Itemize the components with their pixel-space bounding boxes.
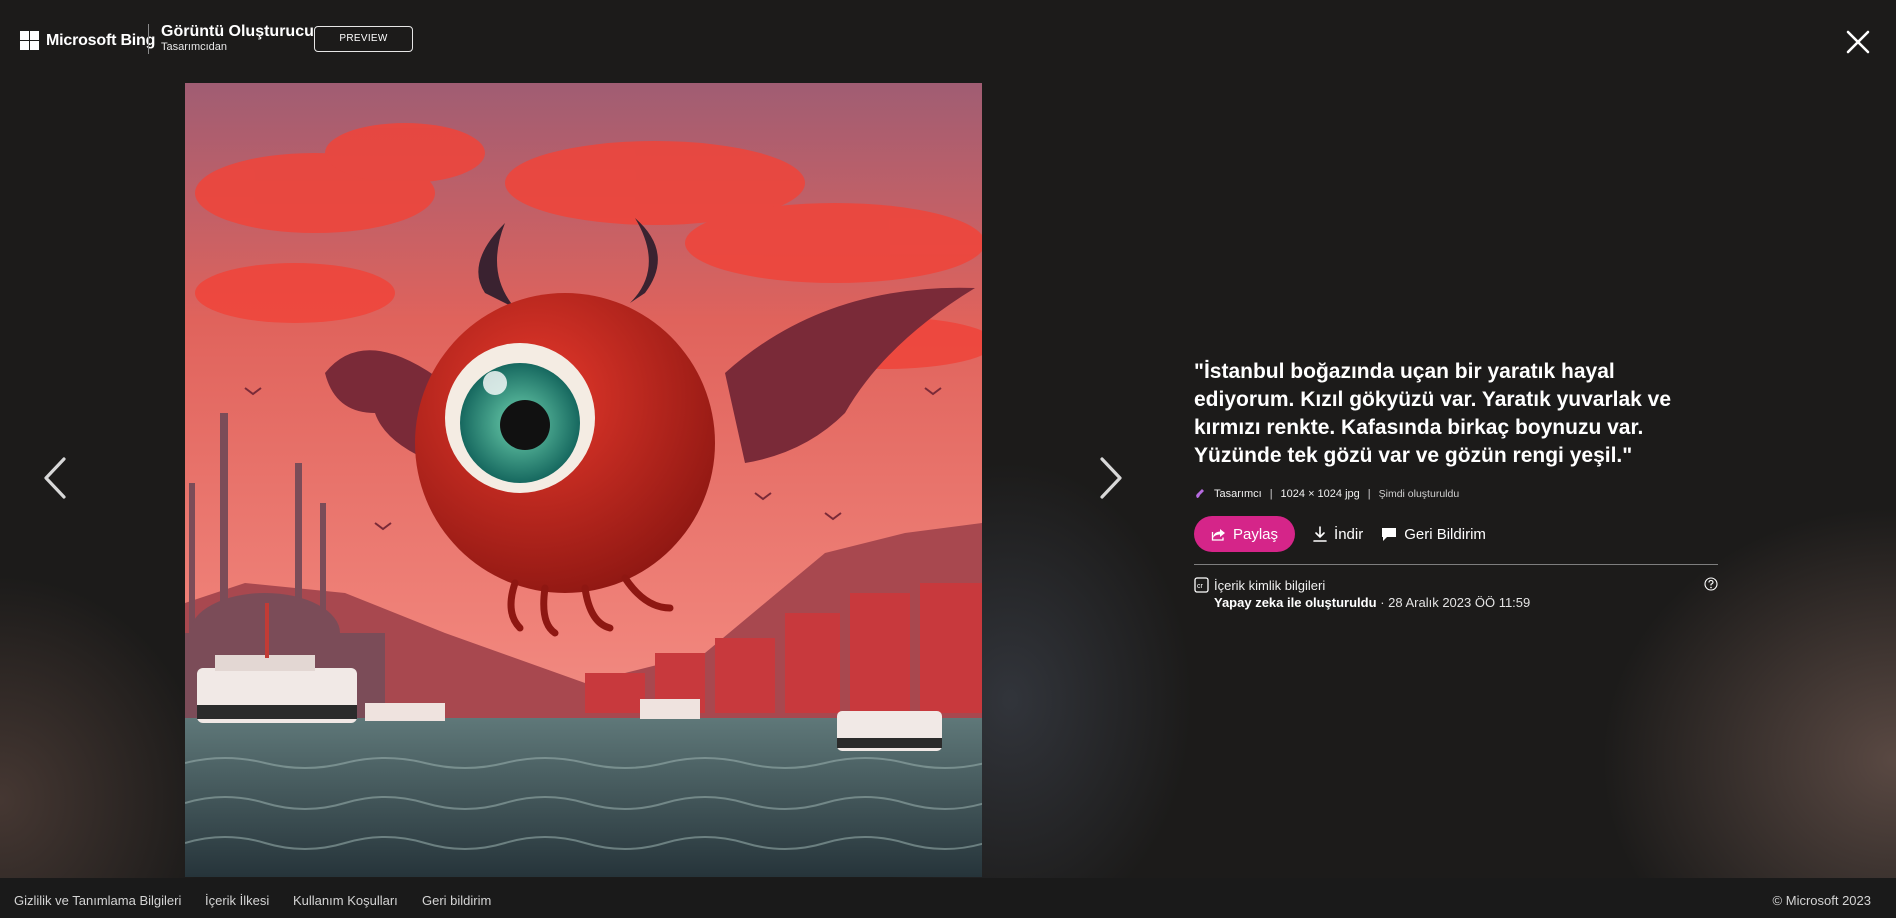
app-title: Görüntü Oluşturucu (161, 23, 314, 40)
terms-link[interactable]: Kullanım Koşulları (293, 893, 398, 908)
close-icon[interactable] (1842, 26, 1874, 58)
svg-text:cr: cr (1197, 583, 1204, 590)
download-icon (1313, 526, 1327, 542)
chevron-left-icon[interactable] (38, 453, 74, 503)
content-policy-link[interactable]: İçerik İlkesi (205, 893, 269, 908)
section-divider (1194, 564, 1718, 565)
feedback-label: Geri Bildirim (1404, 525, 1486, 543)
copyright: © Microsoft 2023 (1772, 893, 1871, 908)
share-icon (1211, 528, 1225, 541)
designer-icon (1196, 489, 1204, 498)
download-button[interactable]: İndir (1313, 526, 1363, 543)
microsoft-bing-logo[interactable]: Microsoft Bing (20, 31, 155, 50)
share-label: Paylaş (1233, 525, 1279, 543)
content-credentials: cr İçerik kimlik bilgileri Yapay zeka il… (1194, 577, 1718, 611)
ai-generated-label: Yapay zeka ile oluşturuldu (1214, 595, 1377, 610)
comment-icon (1382, 527, 1397, 541)
app-title-block[interactable]: Görüntü Oluşturucu Tasarımcıdan (161, 23, 314, 54)
image-meta: Tasarımcı | 1024 × 1024 jpg | Şimdi oluş… (1194, 488, 1718, 500)
help-icon[interactable] (1704, 577, 1718, 591)
details-panel: "İstanbul boğazında uçan bir yaratık hay… (1194, 358, 1718, 611)
footer-feedback-link[interactable]: Geri bildirim (422, 893, 491, 908)
generated-image[interactable] (185, 83, 982, 877)
credentials-line: Yapay zeka ile oluşturuldu · 28 Aralık 2… (1214, 594, 1530, 611)
image-size: 1024 × 1024 jpg (1280, 488, 1360, 500)
meta-separator: | (1269, 488, 1273, 500)
brand-name: Microsoft Bing (46, 31, 156, 49)
preview-badge: PREVIEW (314, 26, 413, 52)
created-status: Şimdi oluşturuldu (1378, 488, 1460, 500)
footer: Gizlilik ve Tanımlama Bilgileri İçerik İ… (0, 878, 1896, 918)
source-label: Tasarımcı (1214, 488, 1262, 500)
content-credentials-icon: cr (1194, 577, 1209, 593)
action-bar: Paylaş İndir Geri Bildirim (1194, 516, 1718, 552)
prompt-text: "İstanbul boğazında uçan bir yaratık hay… (1194, 360, 1672, 467)
privacy-link[interactable]: Gizlilik ve Tanımlama Bilgileri (14, 893, 181, 908)
download-label: İndir (1334, 525, 1364, 543)
share-button[interactable]: Paylaş (1194, 516, 1296, 552)
credentials-title: İçerik kimlik bilgileri (1214, 578, 1326, 593)
header-divider (148, 24, 149, 54)
credentials-date: · 28 Aralık 2023 ÖÖ 11:59 (1380, 595, 1531, 610)
app-subtitle: Tasarımcıdan (161, 41, 228, 53)
chevron-right-icon[interactable] (1092, 453, 1128, 503)
feedback-button[interactable]: Geri Bildirim (1381, 526, 1486, 543)
meta-separator: | (1367, 488, 1371, 500)
microsoft-logo-icon (20, 31, 39, 50)
